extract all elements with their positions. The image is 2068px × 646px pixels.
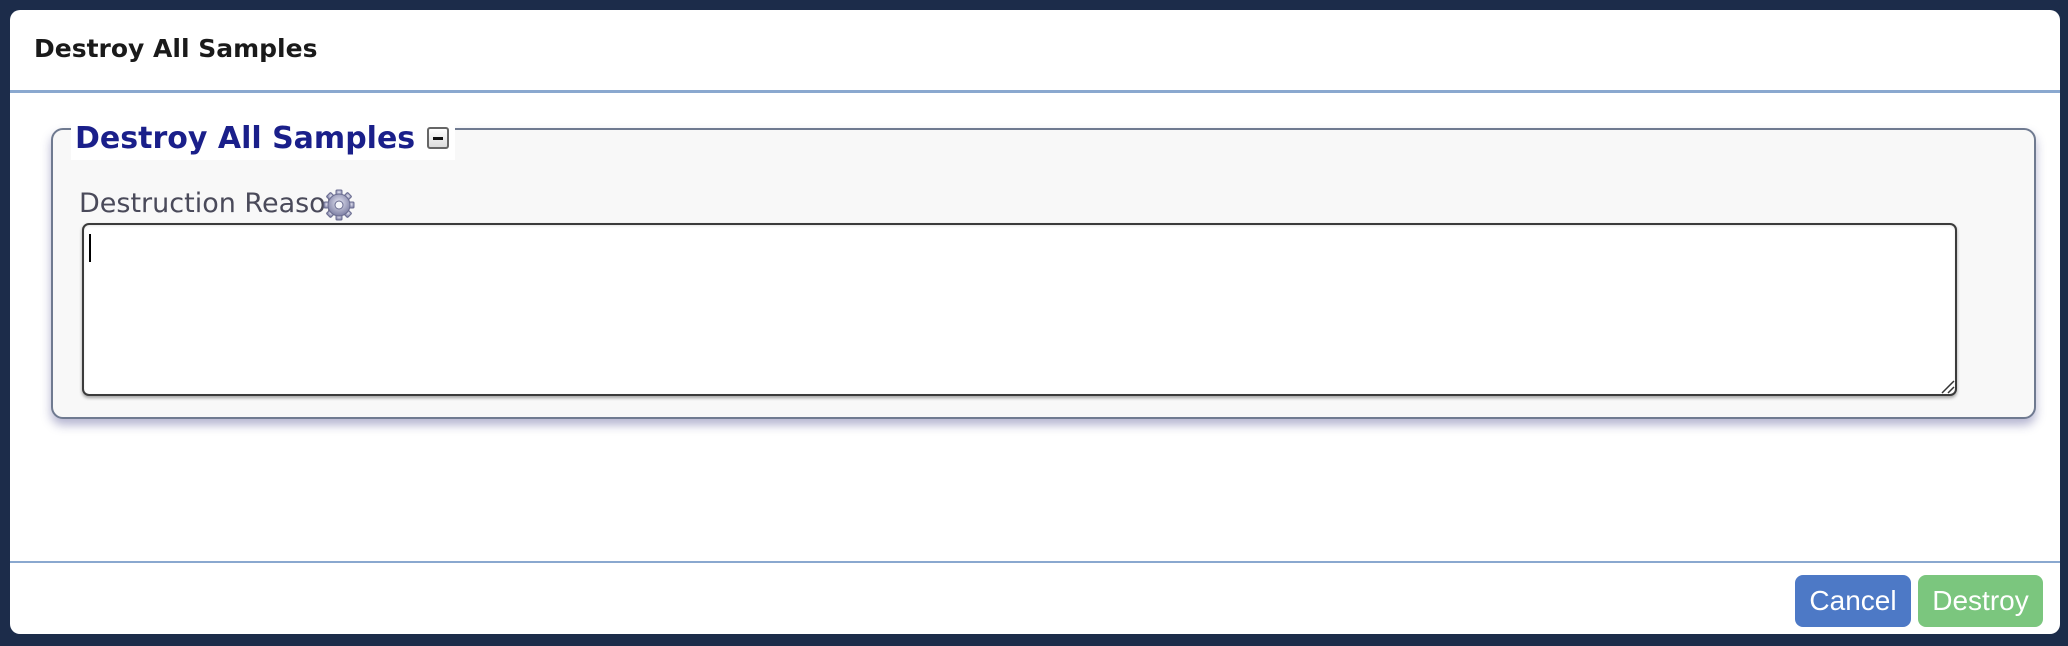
gear-icon[interactable] [323,189,355,221]
destroy-samples-dialog: Destroy All Samples Destroy All Samples … [10,10,2060,634]
collapse-minus-icon[interactable] [427,127,450,149]
destruction-reason-textarea[interactable] [82,223,1957,396]
destruction-reason-label: Destruction Reason [79,188,343,219]
modal-footer [10,561,2060,634]
resize-grip-icon[interactable] [1939,378,1955,394]
cancel-button[interactable]: Cancel [1795,575,1911,627]
text-cursor [89,234,91,262]
modal-header: Destroy All Samples [10,10,2060,93]
fieldset-legend-title: Destroy All Samples [75,120,416,156]
modal-title: Destroy All Samples [34,34,318,63]
destroy-button[interactable]: Destroy [1918,575,2043,627]
fieldset-legend: Destroy All Samples [71,116,456,160]
